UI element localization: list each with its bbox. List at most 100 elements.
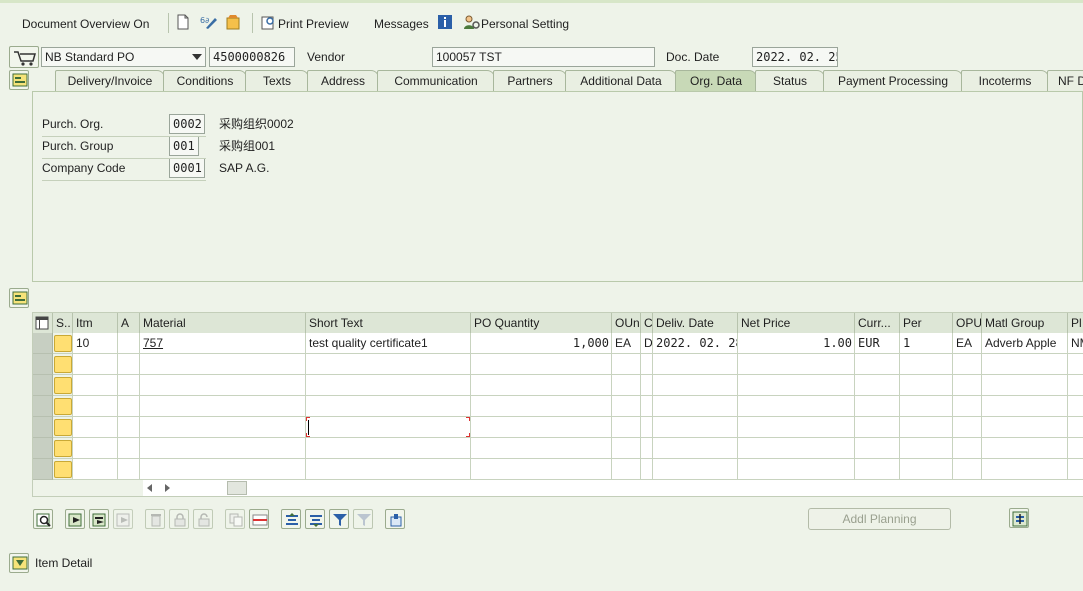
col-material[interactable]: Material	[140, 313, 306, 333]
row-selector[interactable]	[33, 375, 53, 396]
po-quantity-cell[interactable]: 1,000	[471, 333, 612, 354]
row-selector[interactable]	[33, 396, 53, 417]
tab-payment-processing[interactable]: Payment Processing	[823, 70, 963, 91]
net-price-cell[interactable]: 1.00	[738, 333, 855, 354]
col-status[interactable]: S..	[53, 313, 73, 333]
deselect-all-button[interactable]	[113, 509, 133, 529]
select-block-button[interactable]	[89, 509, 109, 529]
col-order-price-unit[interactable]: OPU	[953, 313, 982, 333]
chevron-down-icon[interactable]	[192, 54, 202, 60]
document-overview-button[interactable]: Document Overview On	[22, 15, 149, 33]
date-category-cell[interactable]: D	[641, 333, 653, 354]
col-material-group[interactable]: Matl Group	[982, 313, 1068, 333]
expand-item-detail-button[interactable]	[9, 553, 29, 573]
sort-descending-button[interactable]	[305, 509, 325, 529]
tab-status[interactable]: Status	[755, 70, 825, 91]
col-short-text[interactable]: Short Text	[306, 313, 471, 333]
other-document-icon[interactable]	[224, 14, 242, 32]
messages-button[interactable]: Messages	[374, 15, 429, 33]
table-row[interactable]	[33, 459, 1083, 480]
col-per[interactable]: Per	[900, 313, 953, 333]
tab-delivery-invoice[interactable]: Delivery/Invoice	[55, 70, 165, 91]
tab-additional-data[interactable]: Additional Data	[565, 70, 677, 91]
new-document-icon[interactable]	[176, 14, 194, 32]
vendor-field[interactable]: 100057 TST	[432, 47, 655, 67]
row-selector[interactable]	[33, 459, 53, 480]
row-selector[interactable]	[33, 354, 53, 375]
sort-ascending-button[interactable]	[281, 509, 301, 529]
table-row[interactable]: 10 757 test quality certificate1 1,000 E…	[33, 333, 1083, 354]
details-button[interactable]	[33, 509, 53, 529]
print-preview-icon[interactable]	[260, 14, 278, 32]
item-status-box[interactable]	[54, 377, 72, 394]
col-item[interactable]: Itm	[73, 313, 118, 333]
collapse-items-button[interactable]	[9, 288, 29, 308]
row-selector[interactable]	[33, 417, 53, 438]
table-row[interactable]	[33, 375, 1083, 396]
table-settings-icon[interactable]	[33, 313, 53, 333]
plant-cell[interactable]: NM	[1068, 333, 1083, 354]
col-order-unit[interactable]: OUn	[612, 313, 641, 333]
order-price-unit-cell[interactable]: EA	[953, 333, 982, 354]
col-net-price[interactable]: Net Price	[738, 313, 855, 333]
table-row[interactable]	[33, 396, 1083, 417]
tab-address[interactable]: Address	[307, 70, 379, 91]
doc-date-field[interactable]: 2022. 02. 25	[752, 47, 838, 67]
collapse-header-button[interactable]	[9, 70, 29, 90]
delete-button[interactable]	[145, 509, 165, 529]
display-change-icon[interactable]: 6∂	[200, 14, 218, 32]
scroll-right-icon[interactable]	[165, 484, 170, 492]
item-status-box[interactable]	[54, 335, 72, 352]
col-delivery-date[interactable]: Deliv. Date	[653, 313, 738, 333]
horizontal-scrollbar[interactable]	[143, 480, 1083, 496]
account-assignment-cell[interactable]	[118, 333, 140, 354]
scroll-thumb[interactable]	[227, 481, 247, 495]
lock-button[interactable]	[169, 509, 189, 529]
configuration-button[interactable]	[385, 509, 405, 529]
delete-filter-button[interactable]	[353, 509, 373, 529]
item-status-box[interactable]	[54, 419, 72, 436]
info-icon[interactable]	[437, 14, 455, 32]
item-status-box[interactable]	[54, 440, 72, 457]
order-unit-cell[interactable]: EA	[612, 333, 641, 354]
po-number-field[interactable]: 4500000826	[209, 47, 295, 67]
delivery-date-cell[interactable]: 2022. 02. 28	[653, 333, 738, 354]
material-group-cell[interactable]: Adverb Apple	[982, 333, 1068, 354]
company-code-field[interactable]: 0001	[169, 158, 205, 178]
purch-org-field[interactable]: 0002	[169, 114, 205, 134]
short-text-focused-cell[interactable]	[306, 417, 471, 438]
shopping-cart-button[interactable]	[9, 46, 39, 68]
col-currency[interactable]: Curr...	[855, 313, 900, 333]
tab-partners[interactable]: Partners	[493, 70, 567, 91]
item-cell[interactable]: 10	[73, 333, 118, 354]
col-plant[interactable]: Pl	[1068, 313, 1083, 333]
document-type-select[interactable]: NB Standard PO	[41, 47, 206, 67]
row-selector[interactable]	[33, 333, 53, 354]
table-row[interactable]	[33, 354, 1083, 375]
material-cell[interactable]: 757	[140, 333, 306, 354]
col-date-category[interactable]: C	[641, 313, 653, 333]
personal-setting-icon[interactable]	[462, 14, 480, 32]
tab-org-data[interactable]: Org. Data	[675, 70, 757, 91]
personal-setting-button[interactable]: Personal Setting	[481, 15, 569, 33]
tab-incoterms[interactable]: Incoterms	[961, 70, 1049, 91]
table-row[interactable]	[33, 417, 1083, 438]
settings-toggle-button[interactable]	[1009, 508, 1029, 528]
per-cell[interactable]: 1	[900, 333, 953, 354]
print-preview-button[interactable]: Print Preview	[278, 15, 349, 33]
item-detail-label[interactable]: Item Detail	[35, 554, 92, 572]
currency-cell[interactable]: EUR	[855, 333, 900, 354]
addl-planning-button[interactable]: Addl Planning	[808, 508, 951, 530]
tab-communication[interactable]: Communication	[377, 70, 495, 91]
copy-button[interactable]	[225, 509, 245, 529]
col-po-quantity[interactable]: PO Quantity	[471, 313, 612, 333]
short-text-cell[interactable]: test quality certificate1	[306, 333, 471, 354]
table-row[interactable]	[33, 438, 1083, 459]
unlock-button[interactable]	[193, 509, 213, 529]
tab-nf-d[interactable]: NF D	[1047, 70, 1083, 91]
purch-group-field[interactable]: 001	[169, 136, 199, 156]
col-account-assignment[interactable]: A	[118, 313, 140, 333]
select-all-button[interactable]	[65, 509, 85, 529]
insert-rows-button[interactable]	[249, 509, 269, 529]
tab-conditions[interactable]: Conditions	[163, 70, 247, 91]
